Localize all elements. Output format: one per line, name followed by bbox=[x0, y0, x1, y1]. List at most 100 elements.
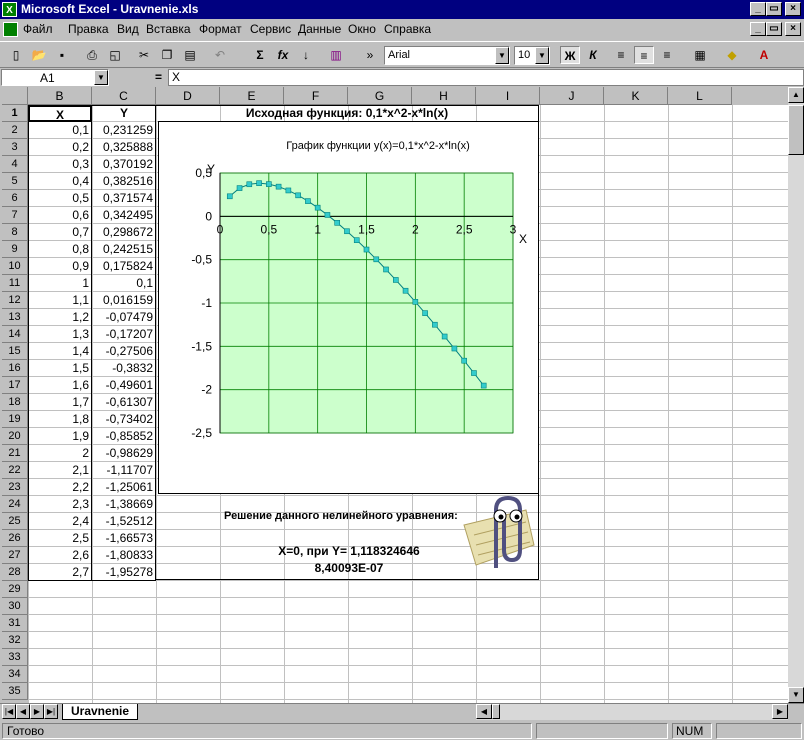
row-header-32[interactable]: 32 bbox=[2, 632, 28, 649]
print-preview-icon[interactable]: ◱ bbox=[105, 46, 125, 64]
cell-x-value[interactable]: 0,7 bbox=[28, 224, 92, 241]
toolbar-overflow-icon[interactable]: » bbox=[360, 46, 380, 64]
row-header-21[interactable]: 21 bbox=[2, 445, 28, 462]
menu-help[interactable]: Справка bbox=[384, 22, 431, 36]
menu-edit[interactable]: Правка bbox=[68, 22, 109, 36]
cell-x-value[interactable]: 1,1 bbox=[28, 292, 92, 309]
cell-x-value[interactable]: 1,5 bbox=[28, 360, 92, 377]
row-header-27[interactable]: 27 bbox=[2, 547, 28, 564]
column-header-c[interactable]: C bbox=[92, 87, 156, 105]
close-button[interactable]: × bbox=[785, 2, 801, 16]
row-header-30[interactable]: 30 bbox=[2, 598, 28, 615]
chevron-down-icon[interactable]: ▼ bbox=[94, 70, 108, 85]
cell-y-value[interactable]: 0,242515 bbox=[92, 241, 156, 258]
chart-object[interactable]: 0,5 0 -0,5 -1 -1,5 -2 -2,5 0 0,5 1 1,5 2 2,5 3 График … bbox=[158, 121, 539, 494]
open-icon[interactable]: 📂 bbox=[29, 46, 49, 64]
cell-y-value[interactable]: -1,95278 bbox=[92, 564, 156, 581]
row-header-29[interactable]: 29 bbox=[2, 581, 28, 598]
undo-icon[interactable]: ↶ bbox=[210, 46, 230, 64]
cell-x-value[interactable]: 1,8 bbox=[28, 411, 92, 428]
last-sheet-icon[interactable]: ▶| bbox=[44, 704, 58, 719]
menu-window[interactable]: Окно bbox=[348, 22, 376, 36]
cell-y-value[interactable]: -0,49601 bbox=[92, 377, 156, 394]
cell-x-value[interactable]: 0,3 bbox=[28, 156, 92, 173]
cell-y-value[interactable]: -1,38669 bbox=[92, 496, 156, 513]
cell-x-value[interactable]: 1,3 bbox=[28, 326, 92, 343]
cell-y-value[interactable]: -0,07479 bbox=[92, 309, 156, 326]
cell-x-value[interactable]: 2,6 bbox=[28, 547, 92, 564]
cell-x-value[interactable]: 2,3 bbox=[28, 496, 92, 513]
font-name-select[interactable]: Arial ▼ bbox=[384, 46, 510, 65]
row-header-35[interactable]: 35 bbox=[2, 683, 28, 700]
font-size-select[interactable]: 10 ▼ bbox=[514, 46, 550, 65]
cut-icon[interactable]: ✂ bbox=[134, 46, 154, 64]
save-icon[interactable]: ▪ bbox=[52, 46, 72, 64]
row-header-28[interactable]: 28 bbox=[2, 564, 28, 581]
fill-color-icon[interactable]: ◆ bbox=[722, 46, 742, 64]
cell-y-value[interactable]: 0,1 bbox=[92, 275, 156, 292]
cell-y-value[interactable]: 0,382516 bbox=[92, 173, 156, 190]
row-header-13[interactable]: 13 bbox=[2, 309, 28, 326]
autosum-icon[interactable]: Σ bbox=[250, 46, 270, 64]
cell-y-value[interactable]: -0,27506 bbox=[92, 343, 156, 360]
column-header-b[interactable]: B bbox=[28, 87, 92, 105]
cell-x-value[interactable]: 1,2 bbox=[28, 309, 92, 326]
italic-button[interactable]: К bbox=[583, 46, 603, 64]
select-all-button[interactable] bbox=[2, 87, 28, 105]
vertical-scroll-thumb[interactable] bbox=[788, 105, 804, 155]
row-header-15[interactable]: 15 bbox=[2, 343, 28, 360]
cell-y-value[interactable]: -1,11707 bbox=[92, 462, 156, 479]
row-header-17[interactable]: 17 bbox=[2, 377, 28, 394]
workbook-icon[interactable] bbox=[3, 22, 18, 37]
column-header-l[interactable]: L bbox=[668, 87, 732, 105]
column-header-g[interactable]: G bbox=[348, 87, 412, 105]
menu-file[interactable]: Файл bbox=[23, 22, 53, 36]
excel-icon[interactable]: X bbox=[2, 2, 17, 17]
bold-button[interactable]: Ж bbox=[560, 46, 580, 64]
scroll-left-icon[interactable]: ◀ bbox=[476, 704, 492, 719]
menu-insert[interactable]: Вставка bbox=[146, 22, 191, 36]
restore-button[interactable]: ▭ bbox=[766, 2, 782, 16]
cell-y-value[interactable]: -0,17207 bbox=[92, 326, 156, 343]
sort-ascending-icon[interactable]: ↓ bbox=[296, 46, 316, 64]
cell-x-value[interactable]: 2,1 bbox=[28, 462, 92, 479]
cell-x-value[interactable]: 0,4 bbox=[28, 173, 92, 190]
cell-x-value[interactable]: 0,1 bbox=[28, 122, 92, 139]
cell-x-value[interactable]: 1,6 bbox=[28, 377, 92, 394]
align-left-icon[interactable]: ≡ bbox=[611, 46, 631, 64]
column-header-i[interactable]: I bbox=[476, 87, 540, 105]
cell-x-value[interactable]: 1,9 bbox=[28, 428, 92, 445]
borders-icon[interactable]: ▦ bbox=[690, 46, 710, 64]
cell-x-value[interactable]: 2 bbox=[28, 445, 92, 462]
align-center-icon[interactable]: ≡ bbox=[634, 46, 654, 64]
print-icon[interactable]: ⎙ bbox=[82, 46, 102, 64]
paste-icon[interactable]: ▤ bbox=[180, 46, 200, 64]
copy-icon[interactable]: ❐ bbox=[157, 46, 177, 64]
horizontal-scrollbar[interactable]: ◀ ▶ bbox=[476, 704, 788, 720]
cell-y-value[interactable]: 0,325888 bbox=[92, 139, 156, 156]
row-header-20[interactable]: 20 bbox=[2, 428, 28, 445]
prev-sheet-icon[interactable]: ◀ bbox=[16, 704, 30, 719]
cell-x-value[interactable]: 0,2 bbox=[28, 139, 92, 156]
scroll-up-icon[interactable]: ▲ bbox=[788, 87, 804, 103]
font-color-icon[interactable]: A bbox=[754, 46, 774, 64]
row-header-5[interactable]: 5 bbox=[2, 173, 28, 190]
cell-x-value[interactable]: 0,5 bbox=[28, 190, 92, 207]
row-header-24[interactable]: 24 bbox=[2, 496, 28, 513]
cell-x-value[interactable]: 2,2 bbox=[28, 479, 92, 496]
table-header-x[interactable]: X bbox=[28, 105, 92, 122]
function-icon[interactable]: fx bbox=[273, 46, 293, 64]
column-header-j[interactable]: J bbox=[540, 87, 604, 105]
column-header-f[interactable]: F bbox=[284, 87, 348, 105]
cell-x-value[interactable]: 0,8 bbox=[28, 241, 92, 258]
row-header-10[interactable]: 10 bbox=[2, 258, 28, 275]
doc-close-button[interactable]: × bbox=[785, 22, 801, 36]
chevron-down-icon[interactable]: ▼ bbox=[495, 47, 509, 64]
doc-minimize-button[interactable]: _ bbox=[750, 22, 766, 36]
row-header-18[interactable]: 18 bbox=[2, 394, 28, 411]
doc-restore-button[interactable]: ▭ bbox=[766, 22, 782, 36]
cell-y-value[interactable]: -1,66573 bbox=[92, 530, 156, 547]
cell-x-value[interactable]: 0,9 bbox=[28, 258, 92, 275]
column-header-h[interactable]: H bbox=[412, 87, 476, 105]
cell-y-value[interactable]: -0,98629 bbox=[92, 445, 156, 462]
